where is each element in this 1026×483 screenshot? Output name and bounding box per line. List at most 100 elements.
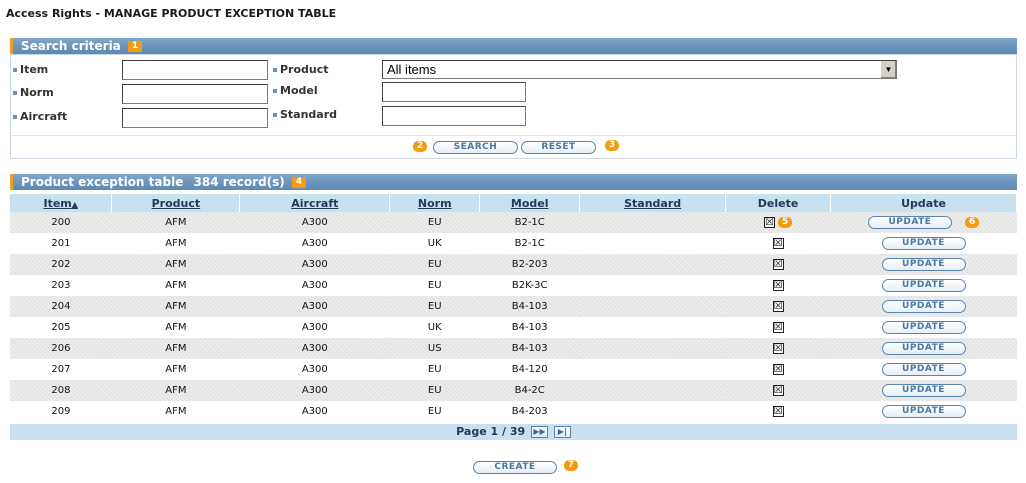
- delete-checkbox[interactable]: ☒: [772, 363, 784, 375]
- search-criteria-title: Search criteria: [21, 39, 121, 53]
- delete-checkbox[interactable]: ☒: [772, 258, 784, 270]
- cell-standard: [579, 233, 726, 254]
- cell-delete: ☒ 5: [725, 212, 831, 233]
- cell-standard: [579, 275, 726, 296]
- product-label: Product: [273, 63, 329, 76]
- page-title: Access Rights - MANAGE PRODUCT EXCEPTION…: [6, 7, 337, 20]
- update-button[interactable]: UPDATE: [881, 300, 966, 313]
- update-button[interactable]: UPDATE: [881, 363, 966, 376]
- cell-model: B4-103: [479, 338, 580, 359]
- cell-product: AFM: [111, 401, 240, 422]
- delete-checkbox[interactable]: ☒: [772, 342, 784, 354]
- table-row: 201 AFM A300 UK B2-1C ☒ UPDATE: [10, 233, 1017, 254]
- cell-aircraft: A300: [239, 254, 390, 275]
- product-table-header: Product exception table 384 record(s) 4: [10, 174, 1017, 190]
- cell-delete: ☒: [725, 359, 831, 380]
- update-button[interactable]: UPDATE: [881, 321, 966, 334]
- table-row: 203 AFM A300 EU B2K-3C ☒ UPDATE: [10, 275, 1017, 296]
- cell-delete: ☒: [725, 338, 831, 359]
- aircraft-label: Aircraft: [13, 110, 67, 123]
- delete-checkbox[interactable]: ☒: [772, 405, 784, 417]
- table-row: 206 AFM A300 US B4-103 ☒ UPDATE: [10, 338, 1017, 359]
- column-header-norm[interactable]: Norm: [389, 194, 481, 212]
- update-button[interactable]: UPDATE: [881, 279, 966, 292]
- chevron-down-icon[interactable]: ▼: [880, 61, 896, 78]
- cell-norm: EU: [389, 275, 480, 296]
- cell-product: AFM: [111, 380, 240, 401]
- column-header-product[interactable]: Product: [111, 194, 241, 212]
- cell-norm: UK: [389, 233, 480, 254]
- divider: [11, 135, 1016, 136]
- callout-marker-4: 4: [291, 177, 306, 188]
- delete-checkbox[interactable]: ☒: [772, 279, 784, 291]
- cell-item: 201: [10, 233, 112, 254]
- reset-button[interactable]: RESET: [521, 141, 596, 154]
- cell-update: UPDATE: [830, 317, 1017, 338]
- last-page-icon[interactable]: ▶|: [553, 426, 571, 438]
- cell-model: B4-203: [479, 401, 580, 422]
- cell-item: 203: [10, 275, 112, 296]
- delete-checkbox[interactable]: ☒: [763, 216, 775, 228]
- record-count: 384 record(s): [193, 175, 285, 189]
- cell-aircraft: A300: [239, 233, 390, 254]
- cell-update: UPDATE: [830, 380, 1017, 401]
- table-row: 205 AFM A300 UK B4-103 ☒ UPDATE: [10, 317, 1017, 338]
- update-button[interactable]: UPDATE: [867, 216, 952, 229]
- cell-delete: ☒: [725, 275, 831, 296]
- cell-item: 200: [10, 212, 112, 233]
- create-button[interactable]: CREATE: [473, 461, 557, 474]
- search-criteria-header: Search criteria 1: [10, 38, 1017, 54]
- cell-update: UPDATE: [830, 338, 1017, 359]
- cell-aircraft: A300: [239, 212, 390, 233]
- product-select[interactable]: All items ▼: [382, 60, 897, 79]
- next-page-icon[interactable]: ▶▶: [531, 426, 548, 438]
- cell-norm: EU: [389, 401, 480, 422]
- cell-aircraft: A300: [239, 296, 390, 317]
- cell-standard: [579, 254, 726, 275]
- update-button[interactable]: UPDATE: [881, 405, 966, 418]
- cell-update: UPDATE: [830, 233, 1017, 254]
- model-input[interactable]: [382, 82, 526, 102]
- standard-label: Standard: [273, 108, 337, 121]
- column-header-delete: Delete: [725, 194, 832, 212]
- norm-label: Norm: [13, 86, 54, 99]
- cell-item: 205: [10, 317, 112, 338]
- norm-input[interactable]: [122, 84, 268, 104]
- delete-checkbox[interactable]: ☒: [772, 300, 784, 312]
- cell-update: UPDATE: [830, 275, 1017, 296]
- cell-product: AFM: [111, 275, 240, 296]
- table-row: 209 AFM A300 EU B4-203 ☒ UPDATE: [10, 401, 1017, 422]
- update-button[interactable]: UPDATE: [881, 384, 966, 397]
- cell-delete: ☒: [725, 233, 831, 254]
- cell-update: UPDATE: [830, 296, 1017, 317]
- standard-input[interactable]: [382, 106, 526, 126]
- update-button[interactable]: UPDATE: [881, 237, 966, 250]
- column-header-aircraft[interactable]: Aircraft: [239, 194, 391, 212]
- page-indicator: Page 1 / 39: [456, 425, 526, 438]
- update-button[interactable]: UPDATE: [881, 258, 966, 271]
- item-input[interactable]: [122, 60, 268, 80]
- search-button[interactable]: SEARCH: [433, 141, 518, 154]
- aircraft-input[interactable]: [122, 108, 268, 128]
- product-table-title: Product exception table: [21, 175, 184, 189]
- cell-standard: [579, 296, 726, 317]
- cell-item: 209: [10, 401, 112, 422]
- column-header-update: Update: [830, 194, 1017, 212]
- cell-norm: EU: [389, 380, 480, 401]
- cell-standard: [579, 338, 726, 359]
- update-button[interactable]: UPDATE: [881, 342, 966, 355]
- table-row: 202 AFM A300 EU B2-203 ☒ UPDATE: [10, 254, 1017, 275]
- cell-norm: EU: [389, 359, 480, 380]
- cell-product: AFM: [111, 359, 240, 380]
- delete-checkbox[interactable]: ☒: [772, 384, 784, 396]
- cell-aircraft: A300: [239, 380, 390, 401]
- callout-marker-7: 7: [564, 460, 578, 471]
- search-form: Item Norm Aircraft Product All items ▼ M…: [10, 54, 1017, 159]
- delete-checkbox[interactable]: ☒: [772, 321, 784, 333]
- delete-checkbox[interactable]: ☒: [772, 237, 784, 249]
- column-header-item[interactable]: Item▲: [10, 194, 113, 212]
- product-exception-table: Item▲ Product Aircraft Norm Model Standa…: [10, 194, 1017, 422]
- column-header-model[interactable]: Model: [479, 194, 581, 212]
- column-header-standard[interactable]: Standard: [579, 194, 727, 212]
- cell-model: B4-103: [479, 296, 580, 317]
